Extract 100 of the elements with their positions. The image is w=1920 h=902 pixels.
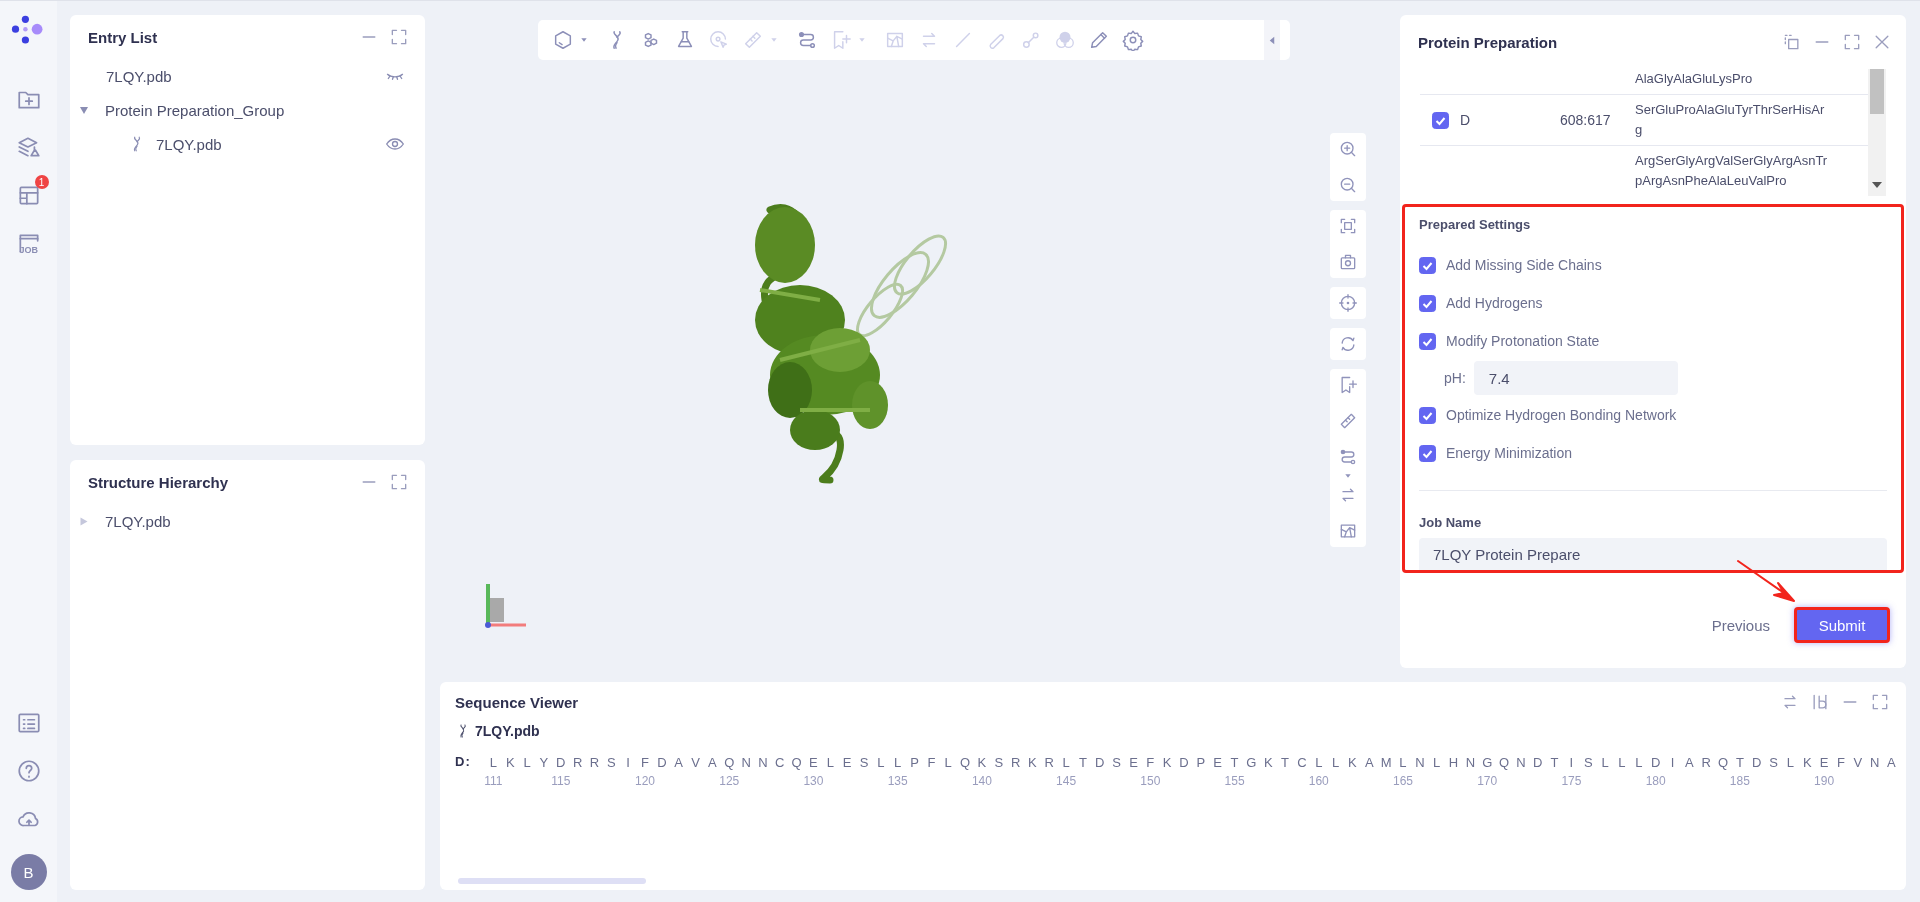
- residue-letter[interactable]: K: [1263, 754, 1273, 772]
- residue-letter[interactable]: D: [1752, 754, 1762, 772]
- residue-letter[interactable]: L: [1315, 754, 1323, 772]
- residue-letter[interactable]: D: [1533, 754, 1543, 772]
- previous-button[interactable]: Previous: [1705, 615, 1776, 635]
- residue-letter[interactable]: S: [1583, 754, 1593, 772]
- residue-letter[interactable]: L: [944, 754, 952, 772]
- residue-letter[interactable]: A: [1887, 754, 1896, 772]
- residue-letter[interactable]: K: [1802, 754, 1812, 772]
- tree-item[interactable]: 7LQY.pdb: [105, 512, 405, 530]
- residue-letter[interactable]: V: [691, 754, 700, 772]
- residue-number: 111: [484, 773, 503, 790]
- residue-letter[interactable]: Q: [1717, 754, 1729, 772]
- residue-letter[interactable]: A: [1685, 754, 1694, 772]
- residue-letter[interactable]: L: [877, 754, 885, 772]
- residue-letter[interactable]: F: [1146, 754, 1155, 772]
- residue-letter[interactable]: R: [572, 754, 583, 772]
- residue-letter[interactable]: T: [1078, 754, 1087, 772]
- rail-button[interactable]: JOB: [14, 229, 43, 257]
- residue-letter[interactable]: L: [489, 754, 498, 772]
- residue-letter[interactable]: I: [626, 754, 630, 772]
- residue-letter[interactable]: E: [842, 754, 852, 772]
- residue-letter[interactable]: L: [1399, 754, 1407, 772]
- residue-letter[interactable]: Q: [724, 754, 735, 772]
- residue-letter[interactable]: N: [1516, 754, 1526, 772]
- residue-letter[interactable]: R: [1010, 754, 1021, 772]
- residue-letter[interactable]: D: [1095, 754, 1105, 772]
- residue-letter[interactable]: E: [809, 754, 818, 772]
- entry-item[interactable]: 7LQY.pdb: [106, 67, 385, 85]
- residue-letter[interactable]: K: [1028, 754, 1037, 772]
- residue-letter[interactable]: L: [1618, 754, 1626, 772]
- residue-letter[interactable]: L: [826, 754, 834, 772]
- residue-letter[interactable]: D: [1179, 754, 1189, 772]
- residue-letter[interactable]: G: [1482, 754, 1493, 772]
- residue-letter[interactable]: C: [775, 754, 785, 772]
- table-cell-text: SerGluProAlaGluTyrThrSerHisArg: [1635, 101, 1826, 139]
- residue-letter[interactable]: Q: [1499, 754, 1510, 772]
- submit-button[interactable]: Submit: [1794, 607, 1890, 643]
- residue-letter[interactable]: R: [1044, 754, 1054, 772]
- job-name-field[interactable]: 7LQY Protein Prepare: [1419, 538, 1887, 570]
- residue-letter[interactable]: N: [1869, 754, 1880, 772]
- ph-field[interactable]: 7.4: [1473, 361, 1678, 395]
- residue-letter[interactable]: S: [1769, 754, 1778, 772]
- residue-letter[interactable]: I: [1670, 754, 1675, 772]
- table-cell-text: AlaGlyAlaGluLysPro: [1635, 70, 1754, 88]
- residue-letter[interactable]: E: [1819, 754, 1829, 772]
- residue-letter[interactable]: L: [894, 754, 902, 772]
- file-name[interactable]: 7LQY.pdb: [475, 723, 540, 739]
- residue-letter[interactable]: L: [1433, 754, 1441, 772]
- residue-letter[interactable]: Q: [960, 754, 971, 772]
- entry-item[interactable]: Protein Preparation_Group: [105, 101, 405, 119]
- residue-letter[interactable]: L: [1062, 754, 1070, 772]
- residue-letter[interactable]: L: [1332, 754, 1340, 772]
- residue-letter[interactable]: N: [741, 754, 751, 772]
- residue-letter[interactable]: T: [1230, 754, 1239, 772]
- residue-letter[interactable]: E: [1213, 754, 1223, 772]
- residue-letter[interactable]: A: [1364, 754, 1374, 772]
- residue-letter[interactable]: A: [708, 754, 717, 772]
- residue-letter[interactable]: S: [994, 754, 1004, 772]
- residue-letter[interactable]: S: [859, 754, 869, 772]
- residue-letter[interactable]: G: [1246, 754, 1257, 772]
- residue-letter[interactable]: Y: [539, 754, 549, 772]
- residue-letter[interactable]: N: [758, 754, 768, 772]
- residue-letter[interactable]: S: [1112, 754, 1121, 772]
- residue-letter[interactable]: P: [910, 754, 919, 772]
- residue-letter[interactable]: K: [1348, 754, 1357, 772]
- field-label: Job Name: [1419, 515, 1483, 530]
- residue-letter[interactable]: S: [607, 754, 616, 772]
- residue-letter[interactable]: L: [523, 754, 531, 772]
- user-avatar[interactable]: B: [10, 854, 47, 890]
- residue-letter[interactable]: T: [1550, 754, 1559, 772]
- residue-letter[interactable]: K: [977, 754, 987, 772]
- residue-letter[interactable]: V: [1853, 754, 1863, 772]
- residue-number: 145: [1056, 773, 1077, 790]
- residue-letter[interactable]: L: [1786, 754, 1794, 772]
- residue-letter[interactable]: C: [1297, 754, 1307, 772]
- residue-letter[interactable]: L: [1601, 754, 1609, 772]
- residue-letter[interactable]: N: [1465, 754, 1476, 772]
- residue-letter[interactable]: F: [641, 754, 649, 772]
- residue-letter[interactable]: N: [1415, 754, 1425, 772]
- residue-letter[interactable]: K: [1162, 754, 1172, 772]
- residue-letter[interactable]: D: [657, 754, 667, 772]
- residue-letter[interactable]: D: [556, 754, 566, 772]
- residue-letter[interactable]: Q: [791, 754, 802, 772]
- residue-letter[interactable]: R: [1701, 754, 1711, 772]
- residue-letter[interactable]: M: [1380, 754, 1392, 772]
- residue-letter[interactable]: K: [505, 754, 515, 772]
- residue-letter[interactable]: T: [1281, 754, 1290, 772]
- residue-letter[interactable]: T: [1735, 754, 1744, 772]
- residue-letter[interactable]: F: [1836, 754, 1845, 772]
- residue-letter[interactable]: R: [589, 754, 600, 772]
- entry-item[interactable]: 7LQY.pdb: [156, 135, 385, 153]
- residue-letter[interactable]: E: [1129, 754, 1138, 772]
- residue-letter[interactable]: D: [1650, 754, 1661, 772]
- residue-letter[interactable]: F: [927, 754, 936, 772]
- residue-letter[interactable]: L: [1635, 754, 1643, 772]
- residue-letter[interactable]: H: [1448, 754, 1459, 772]
- residue-letter[interactable]: P: [1196, 754, 1206, 772]
- residue-letter[interactable]: I: [1569, 754, 1574, 772]
- residue-letter[interactable]: A: [674, 754, 684, 772]
